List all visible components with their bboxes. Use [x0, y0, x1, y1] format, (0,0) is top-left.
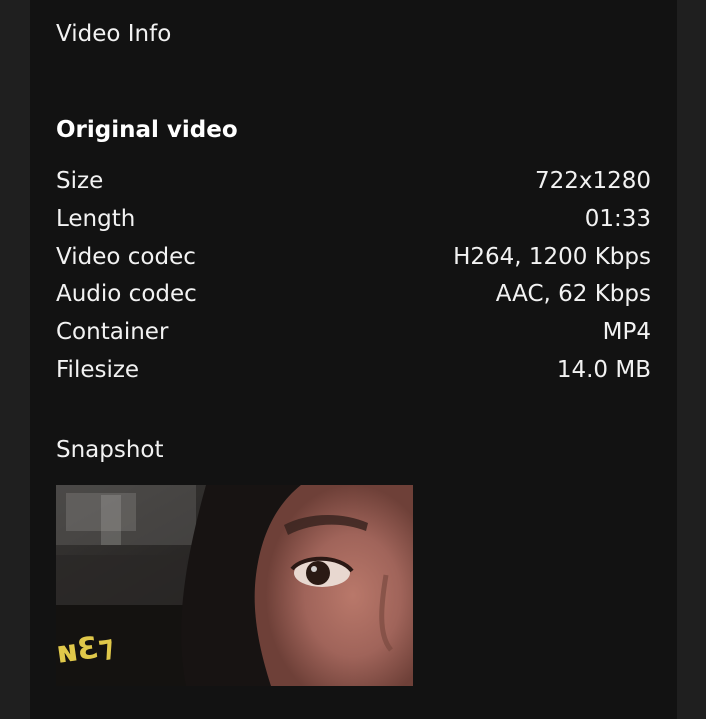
info-label: Audio codec — [56, 281, 197, 308]
info-label: Filesize — [56, 356, 140, 383]
info-value: 14.0 MB — [556, 356, 651, 383]
info-value: AAC, 62 Kbps — [495, 281, 651, 308]
info-row-video-codec: Video codec H264, 1200 Kbps — [56, 241, 651, 279]
snapshot-image[interactable]: ɴƐ⁊ — [56, 485, 413, 686]
snapshot-heading: Snapshot — [56, 437, 164, 463]
video-info-list: Size 722x1280 Length 01:33 Video codec H… — [56, 165, 651, 392]
info-value: H264, 1200 Kbps — [453, 243, 651, 270]
video-info-panel: Video Info Original video Size 722x1280 … — [30, 0, 677, 719]
original-video-heading: Original video — [56, 117, 238, 143]
info-label: Video codec — [56, 243, 196, 270]
info-value: MP4 — [602, 319, 651, 346]
snapshot-thumbnail: ɴƐ⁊ — [56, 485, 413, 686]
info-row-length: Length 01:33 — [56, 203, 651, 241]
info-row-size: Size 722x1280 — [56, 165, 651, 203]
info-row-filesize: Filesize 14.0 MB — [56, 354, 651, 392]
info-label: Container — [56, 319, 169, 346]
info-label: Size — [56, 168, 104, 194]
info-label: Length — [56, 205, 136, 232]
panel-title: Video Info — [56, 21, 172, 47]
info-row-audio-codec: Audio codec AAC, 62 Kbps — [56, 278, 651, 316]
info-value: 722x1280 — [534, 168, 651, 194]
info-value: 01:33 — [584, 205, 651, 232]
info-row-container: Container MP4 — [56, 316, 651, 354]
